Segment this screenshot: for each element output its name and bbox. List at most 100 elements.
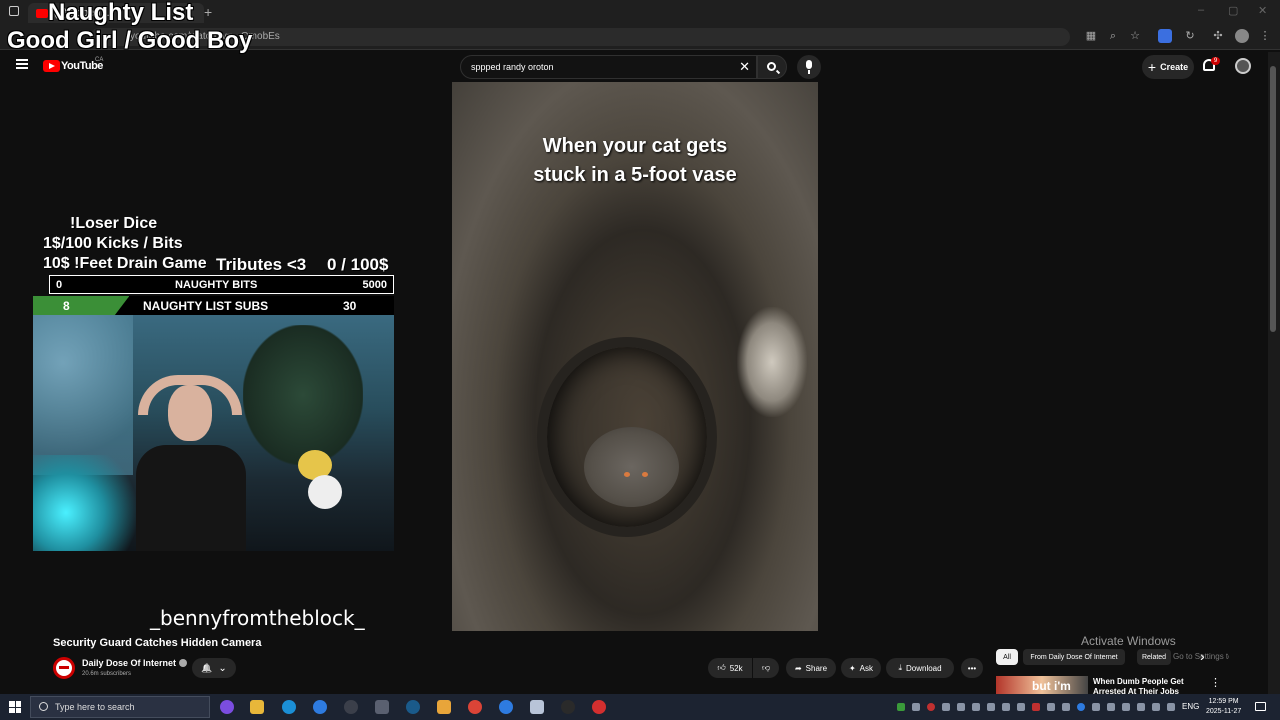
- refresh-extension-icon[interactable]: ↻: [1183, 29, 1197, 43]
- clear-search-icon[interactable]: ✕: [739, 59, 750, 75]
- tray-icon-7[interactable]: [987, 703, 995, 711]
- windows-start-icon[interactable]: [9, 701, 21, 713]
- country-code: CA: [95, 57, 104, 63]
- volume-icon[interactable]: [1152, 703, 1160, 711]
- chips-next-icon[interactable]: ›: [1200, 648, 1205, 664]
- webcam-ball: [308, 475, 342, 509]
- scrollbar-thumb[interactable]: [1270, 66, 1276, 332]
- extension-icon[interactable]: [1158, 29, 1172, 43]
- dislike-button[interactable]: 👎︎: [753, 658, 779, 678]
- copilot-icon[interactable]: [220, 700, 234, 714]
- folder-icon[interactable]: [437, 700, 451, 714]
- create-button[interactable]: + Create: [1142, 55, 1194, 79]
- minimize-button[interactable]: –: [1198, 4, 1204, 16]
- recommended-thumbnail[interactable]: but i'm: [996, 676, 1088, 694]
- battery-icon[interactable]: [1167, 703, 1175, 711]
- tray-icon-5[interactable]: [957, 703, 965, 711]
- extensions-puzzle-icon[interactable]: ✣: [1211, 29, 1225, 43]
- new-tab-button[interactable]: +: [204, 4, 212, 20]
- app-red-icon[interactable]: [592, 700, 606, 714]
- account-avatar[interactable]: [1235, 58, 1251, 74]
- kicks-bits-text: 1$/100 Kicks / Bits: [43, 235, 183, 252]
- zoom-icon[interactable]: ⌕: [1106, 29, 1120, 43]
- video-cat: [584, 427, 679, 507]
- obs-icon[interactable]: [561, 700, 575, 714]
- share-icon: ➦: [794, 663, 802, 673]
- search-box[interactable]: sppped randy oroton ✕: [460, 55, 757, 79]
- tray-icon-10[interactable]: [1032, 703, 1040, 711]
- bell-icon: 🔔: [201, 662, 213, 673]
- edge-icon[interactable]: [282, 700, 296, 714]
- settings-gear-icon[interactable]: [375, 700, 389, 714]
- naughty-subs-bar: 8 NAUGHTY LIST SUBS 30: [33, 296, 394, 315]
- create-label: Create: [1160, 62, 1189, 72]
- webcam-curtain: [33, 315, 133, 475]
- tray-icon-14[interactable]: [1092, 703, 1100, 711]
- language-indicator[interactable]: ENG: [1182, 702, 1199, 711]
- channel-name-row[interactable]: Daily Dose Of Internet: [82, 658, 188, 668]
- bookmark-star-icon[interactable]: ☆: [1128, 29, 1142, 43]
- mail-icon[interactable]: [530, 700, 544, 714]
- notification-center-icon[interactable]: [1255, 702, 1266, 711]
- tray-icon-3[interactable]: [927, 703, 935, 711]
- network-icon[interactable]: [1137, 703, 1145, 711]
- maximize-button[interactable]: ▢: [1228, 4, 1238, 17]
- video-player[interactable]: When your cat gets stuck in a 5-foot vas…: [452, 82, 818, 631]
- chip-related[interactable]: Related: [1137, 649, 1171, 665]
- tray-icon-11[interactable]: [1047, 703, 1055, 711]
- voice-search-mic-icon[interactable]: [797, 55, 821, 79]
- profile-avatar-icon[interactable]: [1235, 29, 1249, 43]
- apps-icon[interactable]: ▦: [1084, 29, 1098, 43]
- file-explorer-icon[interactable]: [250, 700, 264, 714]
- tray-icon-6[interactable]: [972, 703, 980, 711]
- subscriber-count: 20.6m subscribers: [82, 671, 132, 677]
- webcam-christmas-tree: [243, 325, 363, 465]
- share-button[interactable]: ➦ Share: [786, 658, 836, 678]
- video-title: Security Guard Catches Hidden Camera: [53, 637, 262, 649]
- channel-avatar[interactable]: [53, 657, 75, 679]
- tray-icon-13[interactable]: [1077, 703, 1085, 711]
- cat-eye-left: [624, 472, 630, 477]
- tray-icon-1[interactable]: [897, 703, 905, 711]
- app-blue-icon[interactable]: [313, 700, 327, 714]
- tray-icon-16[interactable]: [1122, 703, 1130, 711]
- search-button[interactable]: [757, 55, 787, 79]
- youtube-logo-icon[interactable]: [43, 60, 60, 72]
- tray-icon-12[interactable]: [1062, 703, 1070, 711]
- tray-icon-2[interactable]: [912, 703, 920, 711]
- windows-taskbar: Type here to search ENG 12:59 PM 2025-11…: [0, 694, 1280, 720]
- close-window-button[interactable]: ✕: [1258, 4, 1267, 17]
- like-button[interactable]: 👍︎ 52k: [708, 658, 752, 678]
- page-scrollbar[interactable]: [1268, 52, 1280, 694]
- hamburger-menu-icon[interactable]: [16, 59, 28, 69]
- clock-date: 2025-11-27: [1206, 708, 1242, 715]
- ask-button[interactable]: ✦ Ask: [841, 658, 881, 678]
- channel-name[interactable]: Daily Dose Of Internet: [82, 658, 176, 668]
- subs-progress-fill: [33, 296, 130, 315]
- tray-icon-15[interactable]: [1107, 703, 1115, 711]
- tray-icon-4[interactable]: [942, 703, 950, 711]
- more-actions-button[interactable]: •••: [961, 658, 983, 678]
- window-menu-icon[interactable]: [9, 6, 19, 16]
- naughty-bits-bar: 0 NAUGHTY BITS 5000: [49, 275, 394, 294]
- browser-menu-icon[interactable]: ⋮: [1258, 29, 1272, 43]
- chip-from-channel[interactable]: From Daily Dose Of Internet: [1023, 649, 1125, 665]
- app-blue-2-icon[interactable]: [499, 700, 513, 714]
- recommended-title[interactable]: When Dumb People Get Arrested At Their J…: [1093, 677, 1203, 694]
- taskbar-search-input[interactable]: Type here to search: [30, 696, 210, 718]
- taskbar-clock[interactable]: 12:59 PM 2025-11-27: [1206, 697, 1241, 717]
- tray-icon-8[interactable]: [1002, 703, 1010, 711]
- search-input[interactable]: sppped randy oroton: [471, 62, 554, 72]
- tributes-label: Tributes <3: [216, 255, 307, 274]
- app-dark-icon[interactable]: [344, 700, 358, 714]
- chip-all[interactable]: All: [996, 649, 1018, 665]
- bits-min: 0: [56, 279, 63, 291]
- tray-icon-9[interactable]: [1017, 703, 1025, 711]
- subscribed-bell-button[interactable]: 🔔 ⌄: [192, 658, 236, 678]
- download-button[interactable]: ⤓ Download: [886, 658, 954, 678]
- streamer-webcam: [33, 315, 394, 551]
- steam-icon[interactable]: [406, 700, 420, 714]
- chrome-icon[interactable]: [468, 700, 482, 714]
- video-caption-line2: stuck in a 5-foot vase: [533, 164, 737, 186]
- recommended-more-icon[interactable]: ⋮: [1210, 676, 1221, 689]
